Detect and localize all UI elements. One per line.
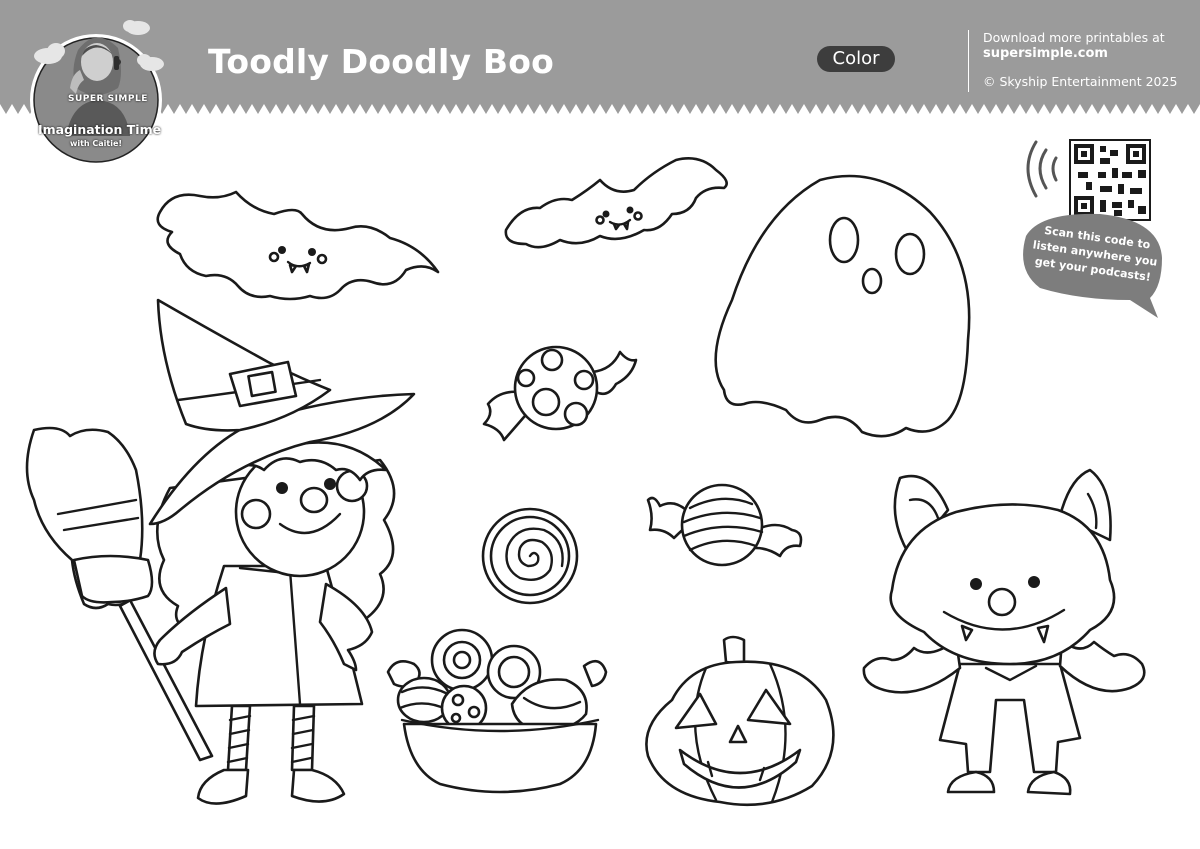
bat-icon [504, 157, 728, 249]
candy-bowl-icon [386, 628, 608, 794]
candy-icon [482, 345, 638, 442]
coloring-scene: .ln { fill:#fff; stroke:#1a1a1a; stroke-… [25, 139, 1162, 807]
candy-icon [646, 483, 803, 567]
bat-icon [156, 190, 440, 301]
ghost-icon [714, 174, 971, 438]
witch-icon [25, 298, 416, 805]
pumpkin-icon [645, 635, 835, 807]
swirl-candy-icon [481, 507, 579, 605]
wolf-icon [862, 468, 1146, 796]
